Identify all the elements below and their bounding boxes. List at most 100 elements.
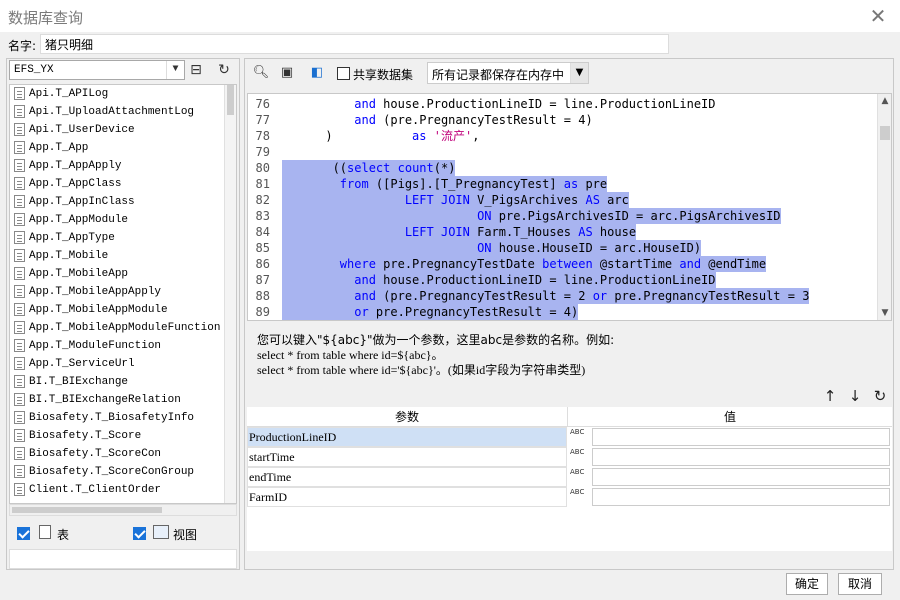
filter-icon[interactable]: ⊟ [185,60,207,80]
code-line[interactable]: 89 or pre.PregnancyTestResult = 4) [248,304,878,320]
left-status-area [9,549,237,569]
table-name: App.T_App [29,142,89,154]
table-name: Biosafety.T_Score [29,430,142,442]
line-number: 82 [255,193,270,207]
table-icon [14,356,25,370]
preview-icon[interactable]: ◧ [307,63,327,83]
editor-scrollbar[interactable]: ▲ ▼ [877,94,891,320]
table-list-item[interactable]: Biosafety.T_ScoreConGroup [10,463,236,481]
table-list-item[interactable]: Client.T_ClientOrder [10,481,236,499]
parameter-row[interactable]: startTime ABC [247,447,892,467]
table-list-item[interactable]: Biosafety.T_BiosafetyInfo [10,409,236,427]
code-line[interactable]: 87 and house.ProductionLineID = line.Pro… [248,272,878,288]
view-checkbox[interactable] [133,527,146,540]
table-icon [14,410,25,424]
table-list-item[interactable]: BI.T_BIExchangeRelation [10,391,236,409]
move-up-icon[interactable]: ↑ [821,387,839,405]
cancel-button[interactable]: 取消 [838,573,882,595]
parameter-name-cell[interactable]: ProductionLineID [247,427,567,447]
table-list-item[interactable]: App.T_AppModule [10,211,236,229]
table-list-item[interactable]: App.T_MobileApp [10,265,236,283]
table-list-item[interactable]: App.T_AppApply [10,157,236,175]
parameter-value-input[interactable] [592,428,890,446]
table-name: App.T_Mobile [29,250,109,262]
parameter-row[interactable]: ProductionLineID ABC [247,427,892,447]
param-column-header: 参数 [247,407,568,427]
code-line[interactable]: 85 ON house.HouseID = arc.HouseID) [248,240,878,256]
scroll-down-icon[interactable]: ▼ [878,306,891,320]
table-list-scrollbar[interactable] [224,85,236,503]
table-list-item[interactable]: BI.T_BIExchange [10,373,236,391]
share-dataset-checkbox[interactable] [337,67,350,80]
code-line[interactable]: 84 LEFT JOIN Farm.T_Houses AS house [248,224,878,240]
chevron-down-icon[interactable]: ▼ [570,63,588,83]
scrollbar-thumb[interactable] [227,85,234,115]
table-list-item[interactable]: Api.T_APILog [10,85,236,103]
database-select[interactable]: EFS_YX ▼ [9,60,185,80]
table-icon [14,374,25,388]
table-icon [14,464,25,478]
horizontal-scrollbar-thumb[interactable] [12,507,162,513]
table-list-item[interactable]: App.T_App [10,139,236,157]
parameter-name-cell[interactable]: startTime [247,447,567,467]
table-checkbox[interactable] [17,527,30,540]
chevron-down-icon[interactable]: ▼ [166,61,184,79]
table-list-item[interactable]: Api.T_UserDevice [10,121,236,139]
table-name: Api.T_UploadAttachmentLog [29,106,195,118]
code-line[interactable]: 79 [248,144,878,160]
move-down-icon[interactable]: ↓ [846,387,864,405]
design-query-icon[interactable]: 🔍︎ [251,63,271,83]
table-list-item[interactable]: App.T_Mobile [10,247,236,265]
code-line[interactable]: 76 and house.ProductionLineID = line.Pro… [248,96,878,112]
parameter-value-input[interactable] [592,488,890,506]
parameter-value-input[interactable] [592,468,890,486]
table-list-item[interactable]: Api.T_UploadAttachmentLog [10,103,236,121]
table-list[interactable]: Api.T_APILog Api.T_UploadAttachmentLog Api… [9,84,237,504]
ok-button[interactable]: 确定 [786,573,828,595]
code-line[interactable]: 78 ) as '流产', [248,128,878,144]
parameter-value-input[interactable] [592,448,890,466]
parameter-type-icon[interactable]: ABC [568,427,590,447]
horizontal-scrollbar[interactable] [9,504,237,516]
code-text: ((select count(*) [282,160,456,176]
name-input[interactable] [40,34,669,54]
sql-editor[interactable]: 76 and house.ProductionLineID = line.Pro… [247,93,892,321]
code-line[interactable]: 82 LEFT JOIN V_PigsArchives AS arc [248,192,878,208]
parameter-name-cell[interactable]: FarmID [247,487,567,507]
line-number: 84 [255,225,270,239]
line-number: 80 [255,161,270,175]
code-line[interactable]: 80 ((select count(*) [248,160,878,176]
table-list-item[interactable]: App.T_MobileAppApply [10,283,236,301]
table-list-item[interactable]: App.T_MobileAppModule [10,301,236,319]
editor-scrollbar-thumb[interactable] [880,126,890,140]
code-line[interactable]: 88 and (pre.PregnancyTestResult = 2 or p… [248,288,878,304]
scroll-up-icon[interactable]: ▲ [878,94,891,108]
refresh-params-icon[interactable]: ↻ [871,387,889,405]
close-icon[interactable]: ✕ [866,4,890,28]
table-list-item[interactable]: Biosafety.T_ScoreCon [10,445,236,463]
code-line[interactable]: 81 from ([Pigs].[T_PregnancyTest] as pre [248,176,878,192]
code-text: and (pre.PregnancyTestResult = 2 or pre.… [282,288,810,304]
table-list-item[interactable]: App.T_ModuleFunction [10,337,236,355]
code-line[interactable]: 86 where pre.PregnancyTestDate between @… [248,256,878,272]
parameter-row[interactable]: FarmID ABC [247,487,892,507]
parameter-type-icon[interactable]: ABC [568,487,590,507]
name-label: 名字: [8,39,37,53]
code-line[interactable]: 83 ON pre.PigsArchivesID = arc.PigsArchi… [248,208,878,224]
table-list-item[interactable]: App.T_AppInClass [10,193,236,211]
table-list-item[interactable]: App.T_ServiceUrl [10,355,236,373]
save-icon[interactable]: ▣ [277,63,297,83]
table-list-item[interactable]: App.T_AppClass [10,175,236,193]
parameter-row[interactable]: endTime ABC [247,467,892,487]
table-list-item[interactable]: App.T_AppType [10,229,236,247]
parameter-name-cell[interactable]: endTime [247,467,567,487]
table-list-item[interactable]: App.T_MobileAppModuleFunction [10,319,236,337]
table-icon [14,446,25,460]
memory-mode-select[interactable]: 所有记录都保存在内存中 ▼ [427,62,589,84]
parameter-type-icon[interactable]: ABC [568,447,590,467]
refresh-icon[interactable]: ↻ [213,60,235,80]
table-icon [14,284,25,298]
code-line[interactable]: 77 and (pre.PregnancyTestResult = 4) [248,112,878,128]
parameter-type-icon[interactable]: ABC [568,467,590,487]
table-list-item[interactable]: Biosafety.T_Score [10,427,236,445]
